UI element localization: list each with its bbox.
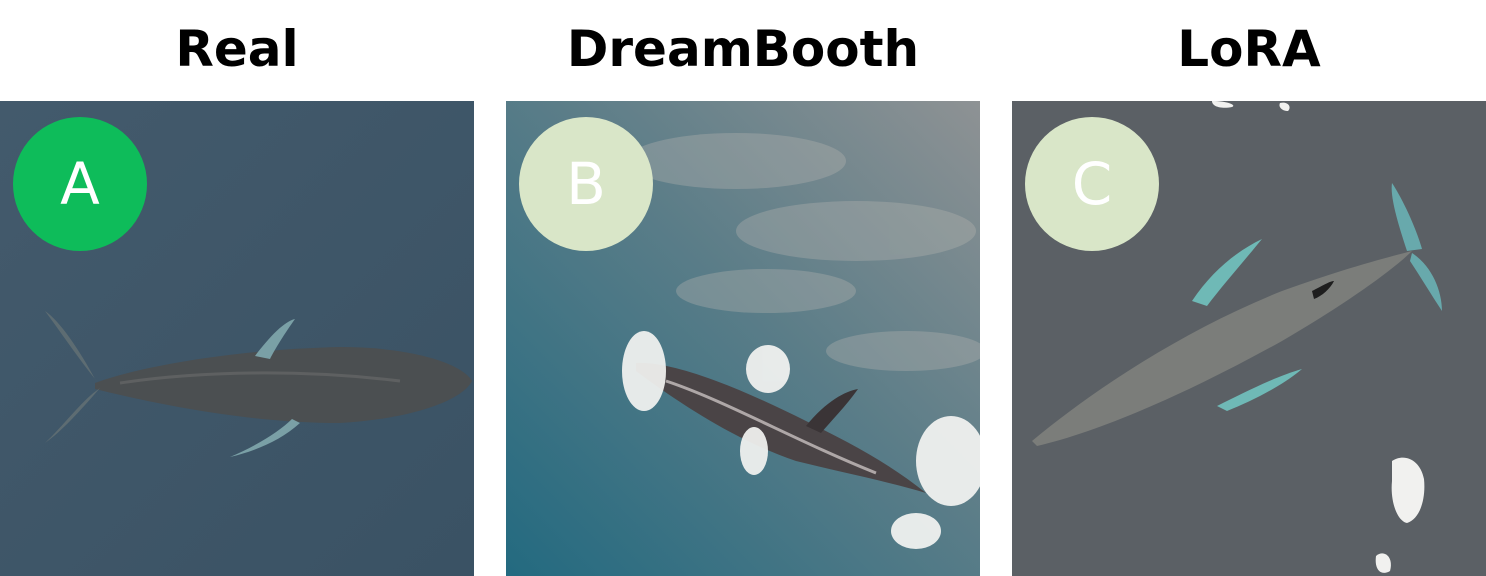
title-lora: LoRA: [1177, 20, 1321, 78]
title-dreambooth: DreamBooth: [566, 20, 920, 78]
title-real: Real: [175, 20, 299, 78]
panel-real-image: A: [0, 101, 474, 576]
panel-lora-image: C: [1012, 101, 1486, 576]
panel-dreambooth-image: B: [506, 101, 980, 576]
badge-b: B: [519, 117, 653, 251]
badge-c: C: [1025, 117, 1159, 251]
badge-a: A: [13, 117, 147, 251]
